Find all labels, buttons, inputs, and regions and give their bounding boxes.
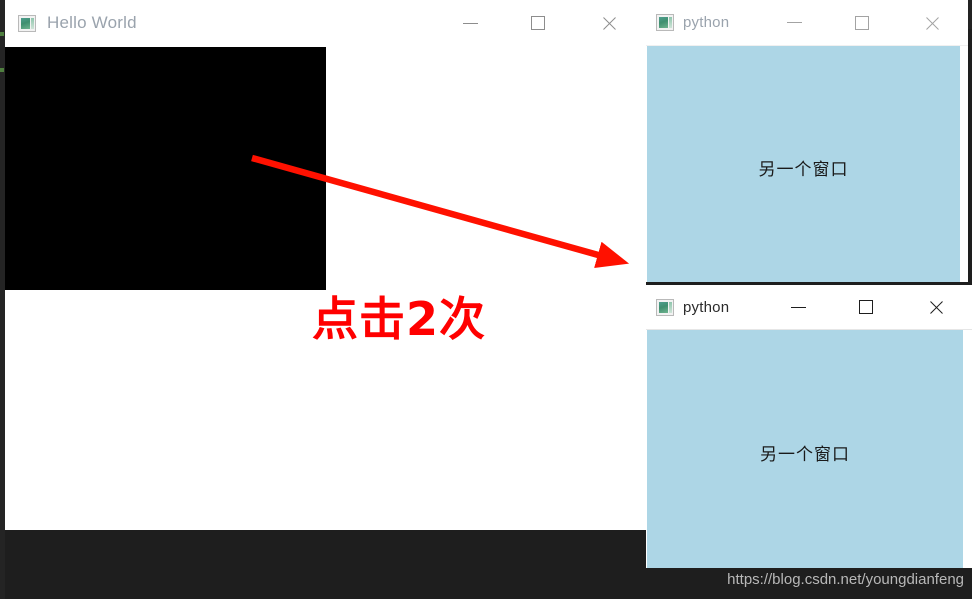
window-label-python-bottom: 另一个窗口	[760, 445, 850, 465]
close-icon	[924, 14, 941, 31]
close-button-python-bottom[interactable]	[900, 285, 972, 329]
window-controls-hello-world	[436, 0, 646, 46]
close-icon	[928, 299, 945, 316]
minimize-icon	[786, 22, 802, 23]
close-icon	[601, 15, 618, 32]
python-window-icon	[18, 14, 36, 32]
window-controls-python-top	[760, 0, 968, 45]
window-hello-world[interactable]: Hello World	[5, 0, 646, 530]
window-controls-python-bottom	[764, 285, 972, 329]
maximize-icon	[859, 300, 873, 314]
watermark-url: https://blog.csdn.net/youngdianfeng	[727, 571, 964, 588]
black-canvas[interactable]	[5, 47, 326, 290]
maximize-button-hello-world[interactable]	[504, 0, 572, 46]
minimize-icon	[790, 306, 806, 308]
titlebar-hello-world[interactable]: Hello World	[5, 0, 646, 46]
window-body-python-bottom[interactable]: 另一个窗口	[647, 330, 963, 568]
window-title-python-top: python	[683, 14, 730, 31]
minimize-button-hello-world[interactable]	[436, 0, 504, 46]
window-title-hello-world: Hello World	[47, 13, 137, 32]
titlebar-python-top[interactable]: python	[646, 0, 968, 46]
edge-marker-upper	[0, 32, 4, 36]
minimize-icon	[462, 22, 478, 24]
edge-marker-lower	[0, 68, 4, 72]
close-button-hello-world[interactable]	[572, 0, 646, 46]
python-window-icon	[656, 14, 674, 31]
python-window-icon	[656, 298, 674, 316]
maximize-icon	[531, 16, 545, 30]
window-python-bottom[interactable]: python 另一个窗口	[646, 285, 972, 568]
screenshot-root: Hello World python 另一个窗口 python 另一个窗口 点击…	[0, 0, 972, 599]
close-button-python-top[interactable]	[896, 0, 968, 45]
annotation-text: 点击2次	[312, 292, 487, 346]
window-body-python-top[interactable]: 另一个窗口	[647, 46, 960, 282]
window-title-python-bottom: python	[683, 298, 730, 316]
maximize-icon	[855, 15, 869, 30]
window-python-top[interactable]: python 另一个窗口	[646, 0, 968, 282]
maximize-button-python-top[interactable]	[828, 0, 896, 45]
window-label-python-top: 另一个窗口	[758, 160, 849, 180]
titlebar-python-bottom[interactable]: python	[646, 285, 972, 330]
maximize-button-python-bottom[interactable]	[832, 285, 900, 329]
minimize-button-python-bottom[interactable]	[764, 285, 832, 329]
minimize-button-python-top[interactable]	[760, 0, 828, 45]
